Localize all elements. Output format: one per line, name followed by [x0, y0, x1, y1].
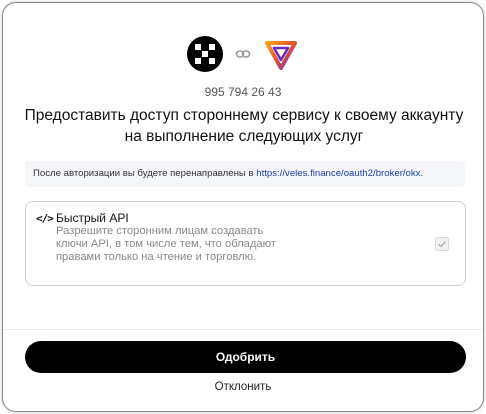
okx-logo-icon: [187, 36, 223, 72]
authorization-dialog: 995 794 26 43 Предоставить доступ сторон…: [2, 2, 484, 412]
checkmark-icon: [438, 241, 447, 248]
title-line-1: Предоставить доступ стороннему сервису к…: [24, 107, 464, 124]
notice-text: После авторизации вы будете перенаправле…: [33, 168, 257, 179]
notice-suffix: .: [420, 168, 424, 179]
approve-button[interactable]: Одобрить: [25, 341, 466, 373]
redirect-notice: После авторизации вы будете перенаправле…: [25, 161, 465, 187]
permission-title: Быстрый API: [56, 211, 129, 225]
title-line-2: на выполнение следующих услуг: [124, 128, 364, 145]
veles-logo-icon: [263, 36, 299, 72]
account-id: 995 794 26 43: [204, 85, 282, 99]
redirect-link[interactable]: https://veles.finance/oauth2/broker/okx: [256, 168, 420, 179]
permission-checkbox[interactable]: [435, 237, 449, 251]
divider: [3, 329, 483, 330]
permission-card: </> Быстрый API Разрешите сторонним лица…: [25, 201, 466, 286]
permission-description: Разрешите сторонним лицам создавать ключ…: [56, 225, 276, 263]
page-title: Предоставить доступ стороннему сервису к…: [23, 105, 465, 147]
reject-button[interactable]: Отклонить: [3, 381, 483, 399]
code-icon: </>: [36, 212, 54, 225]
link-icon: [233, 44, 253, 64]
logos-row: [3, 36, 483, 72]
